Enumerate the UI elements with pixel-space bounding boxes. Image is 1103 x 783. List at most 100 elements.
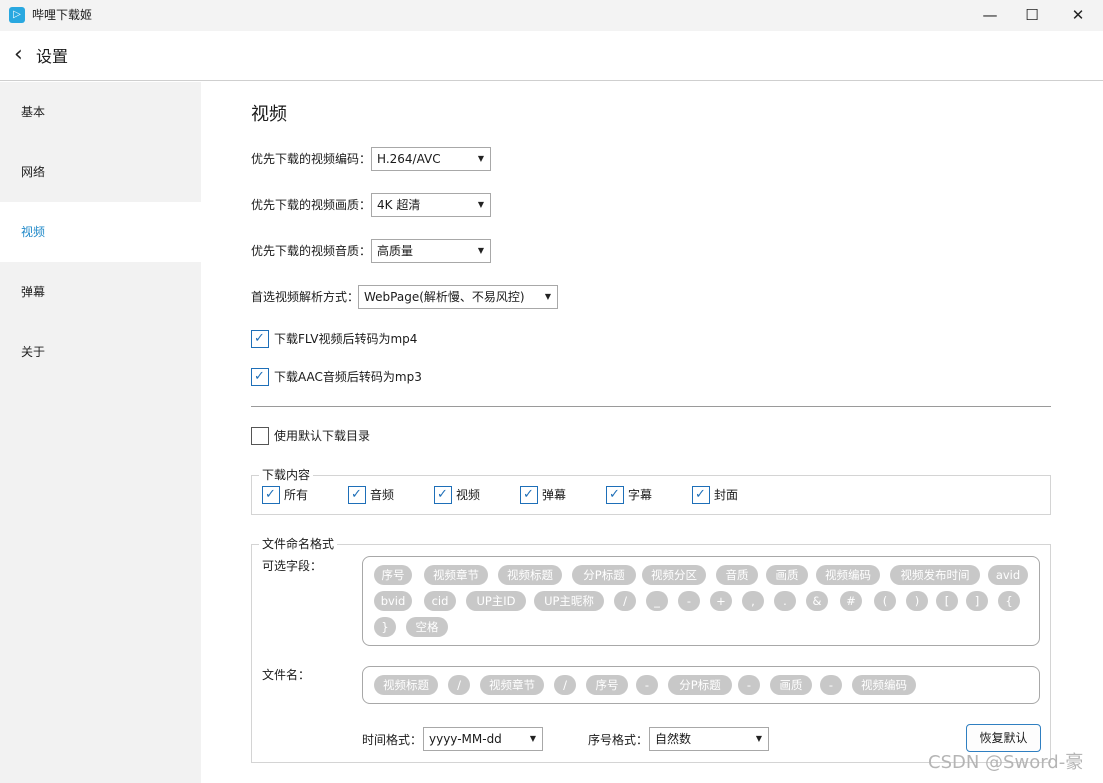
maximize-button[interactable]: ☐ — [1009, 0, 1055, 31]
watermark: CSDN @Sword-豪 — [928, 752, 1084, 773]
sidebar-item-danmaku[interactable]: 弹幕 — [0, 262, 201, 322]
content-all-checkbox[interactable]: ✓ — [262, 486, 280, 504]
chevron-down-icon: ▼ — [477, 154, 484, 163]
minimize-button[interactable]: — — [967, 0, 1013, 31]
codec-value: H.264/AVC — [377, 152, 441, 166]
settings-window: ▷ 哔哩下载姬 — ☐ ✕ ‹ 设置 基本 网络 视频 弹幕 关于 视频 优先下… — [0, 0, 1103, 783]
content-cover-checkbox[interactable]: ✓ — [692, 486, 710, 504]
field-chip[interactable]: 视频标题 — [498, 565, 562, 585]
content-video-label: 视频 — [456, 488, 481, 502]
field-chip[interactable]: UP主昵称 — [534, 591, 604, 611]
field-chip[interactable]: / — [448, 675, 470, 695]
field-chip[interactable]: ] — [966, 591, 988, 611]
field-chip[interactable]: + — [710, 591, 732, 611]
seq-format-select[interactable]: 自然数 ▼ — [649, 727, 769, 751]
field-chip[interactable]: & — [806, 591, 828, 611]
field-chip[interactable]: / — [614, 591, 636, 611]
close-button[interactable]: ✕ — [1055, 0, 1101, 31]
checkmark-icon: ✓ — [265, 487, 276, 502]
field-chip[interactable]: # — [840, 591, 862, 611]
time-format-select[interactable]: yyyy-MM-dd ▼ — [423, 727, 543, 751]
available-fields-box: 序号 视频章节 视频标题 分P标题 视频分区 音质 画质 视频编码 视频发布时间 avid bvid… — [362, 556, 1040, 646]
field-chip[interactable]: 音质 — [716, 565, 758, 585]
content-all-label: 所有 — [284, 488, 309, 502]
content-subtitle-label: 字幕 — [628, 488, 653, 502]
field-chip[interactable]: - — [738, 675, 760, 695]
field-chip[interactable]: - — [636, 675, 658, 695]
settings-sidebar: 基本 网络 视频 弹幕 关于 — [0, 82, 201, 783]
field-chip[interactable]: [ — [936, 591, 958, 611]
download-content-group: 下载内容 ✓ 所有 ✓ 音频 ✓ 视频 ✓ 弹幕 ✓ 字幕 ✓ 封面 — [251, 468, 1051, 515]
field-chip[interactable]: 分P标题 — [572, 565, 636, 585]
field-chip[interactable]: , — [742, 591, 764, 611]
codec-select[interactable]: H.264/AVC ▼ — [371, 147, 491, 171]
field-chip[interactable]: 视频章节 — [424, 565, 488, 585]
field-chip[interactable]: 画质 — [770, 675, 812, 695]
field-chip[interactable]: 视频编码 — [852, 675, 916, 695]
field-chip[interactable]: 视频编码 — [816, 565, 880, 585]
field-chip[interactable]: 画质 — [766, 565, 808, 585]
filename-label: 文件名： — [262, 668, 311, 682]
sidebar-item-network[interactable]: 网络 — [0, 142, 201, 202]
chevron-down-icon: ▼ — [529, 734, 536, 743]
content-danmaku-checkbox[interactable]: ✓ — [520, 486, 538, 504]
checkmark-icon: ✓ — [695, 487, 706, 502]
parser-label: 首选视频解析方式： — [251, 290, 360, 304]
available-fields-label: 可选字段： — [262, 559, 323, 573]
download-content-legend: 下载内容 — [259, 468, 314, 482]
field-chip[interactable]: ( — [874, 591, 896, 611]
video-settings-panel: 视频 优先下载的视频编码： H.264/AVC ▼ 优先下载的视频画质： 4K … — [201, 82, 1103, 783]
reset-default-button[interactable]: 恢复默认 — [966, 724, 1041, 752]
quality-value: 4K 超清 — [377, 198, 421, 212]
time-format-label: 时间格式： — [362, 733, 423, 747]
audio-quality-select[interactable]: 高质量 ▼ — [371, 239, 491, 263]
field-chip[interactable]: UP主ID — [466, 591, 526, 611]
checkmark-icon: ✓ — [254, 369, 265, 384]
checkmark-icon: ✓ — [437, 487, 448, 502]
seq-format-value: 自然数 — [655, 732, 692, 746]
content-subtitle-checkbox[interactable]: ✓ — [606, 486, 624, 504]
field-chip[interactable]: 空格 — [406, 617, 448, 637]
page-title: 设置 — [36, 47, 69, 66]
aac-to-mp3-label: 下载AAC音频后转码为mp3 — [274, 370, 422, 384]
content-cover-label: 封面 — [714, 488, 739, 502]
field-chip[interactable]: 视频章节 — [480, 675, 544, 695]
sidebar-item-about[interactable]: 关于 — [0, 322, 201, 382]
divider — [251, 406, 1051, 407]
flv-to-mp4-checkbox[interactable]: ✓ — [251, 330, 269, 348]
field-chip[interactable]: _ — [646, 591, 668, 611]
content-video-checkbox[interactable]: ✓ — [434, 486, 452, 504]
field-chip[interactable]: bvid — [374, 591, 412, 611]
field-chip[interactable]: 视频发布时间 — [890, 565, 980, 585]
field-chip[interactable]: 视频分区 — [642, 565, 706, 585]
field-chip[interactable]: ) — [906, 591, 928, 611]
back-arrow-icon[interactable]: ‹ — [14, 44, 23, 66]
quality-select[interactable]: 4K 超清 ▼ — [371, 193, 491, 217]
field-chip[interactable]: cid — [424, 591, 456, 611]
field-chip[interactable]: } — [374, 617, 396, 637]
field-chip[interactable]: 序号 — [374, 565, 412, 585]
parser-select[interactable]: WebPage(解析慢、不易风控) ▼ — [358, 285, 558, 309]
checkmark-icon: ✓ — [254, 331, 265, 346]
section-title: 视频 — [251, 104, 287, 125]
field-chip[interactable]: - — [820, 675, 842, 695]
codec-label: 优先下载的视频编码： — [251, 152, 372, 166]
checkmark-icon: ✓ — [351, 487, 362, 502]
field-chip[interactable]: 序号 — [586, 675, 628, 695]
field-chip[interactable]: avid — [988, 565, 1028, 585]
audio-quality-label: 优先下载的视频音质： — [251, 244, 372, 258]
content-audio-checkbox[interactable]: ✓ — [348, 486, 366, 504]
content-audio-label: 音频 — [370, 488, 395, 502]
app-logo-icon: ▷ — [9, 7, 25, 23]
field-chip[interactable]: { — [998, 591, 1020, 611]
field-chip[interactable]: . — [774, 591, 796, 611]
sidebar-item-video[interactable]: 视频 — [0, 202, 201, 262]
field-chip[interactable]: / — [554, 675, 576, 695]
page-header: ‹ 设置 — [0, 31, 1103, 81]
sidebar-item-basic[interactable]: 基本 — [0, 82, 201, 142]
field-chip[interactable]: - — [678, 591, 700, 611]
default-dir-checkbox[interactable] — [251, 427, 269, 445]
field-chip[interactable]: 分P标题 — [668, 675, 732, 695]
field-chip[interactable]: 视频标题 — [374, 675, 438, 695]
aac-to-mp3-checkbox[interactable]: ✓ — [251, 368, 269, 386]
